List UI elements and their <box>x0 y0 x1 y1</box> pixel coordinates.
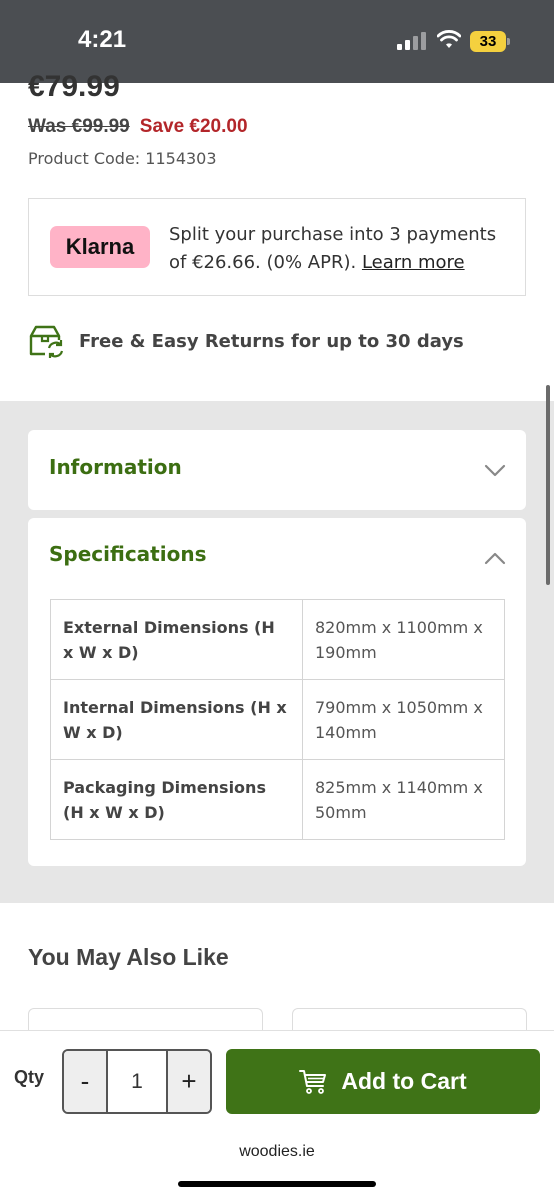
information-accordion[interactable]: Information <box>28 430 526 510</box>
product-code: Product Code: 1154303 <box>28 149 217 168</box>
quantity-stepper: - 1 + <box>62 1049 212 1114</box>
browser-address-bar[interactable]: woodies.ie <box>0 1128 554 1200</box>
spec-label: Internal Dimensions (H x W x D) <box>50 679 303 760</box>
url-text[interactable]: woodies.ie <box>0 1143 554 1161</box>
battery-indicator: 33 <box>470 31 506 52</box>
was-price: Was €99.99 <box>28 116 130 137</box>
table-row: Internal Dimensions (H x W x D) 790mm x … <box>50 679 505 760</box>
save-amount: Save €20.00 <box>139 116 248 137</box>
klarna-learn-more-link[interactable]: Learn more <box>362 252 465 273</box>
returns-text: Free & Easy Returns for up to 30 days <box>79 330 464 352</box>
spec-value: 790mm x 1050mm x 140mm <box>302 679 505 760</box>
box-return-icon <box>29 325 64 358</box>
spec-value: 825mm x 1140mm x 50mm <box>302 759 505 840</box>
home-indicator[interactable] <box>178 1181 376 1187</box>
klarna-logo: Klarna <box>50 226 150 268</box>
specifications-accordion: Specifications External Dimensions (H x … <box>28 518 526 866</box>
add-to-cart-label: Add to Cart <box>341 1068 467 1094</box>
table-row: External Dimensions (H x W x D) 820mm x … <box>50 599 505 680</box>
current-price: €79.99 <box>28 70 120 103</box>
specifications-table: External Dimensions (H x W x D) 820mm x … <box>50 599 505 840</box>
wifi-icon <box>437 30 461 48</box>
table-row: Packaging Dimensions (H x W x D) 825mm x… <box>50 759 505 840</box>
qty-input[interactable]: 1 <box>108 1051 166 1112</box>
klarna-banner: Klarna Split your purchase into 3 paymen… <box>28 198 526 296</box>
chevron-down-icon <box>484 464 506 477</box>
information-title: Information <box>49 455 182 479</box>
spec-label: Packaging Dimensions (H x W x D) <box>50 759 303 840</box>
spec-label: External Dimensions (H x W x D) <box>50 599 303 680</box>
qty-increase-button[interactable]: + <box>166 1051 210 1112</box>
cellular-signal-icon <box>397 32 427 50</box>
spec-value: 820mm x 1100mm x 190mm <box>302 599 505 680</box>
price-comparison: Was €99.99 Save €20.00 <box>28 116 248 138</box>
qty-label: Qty <box>14 1067 45 1087</box>
chevron-up-icon[interactable] <box>484 548 506 570</box>
battery-tip <box>507 38 510 45</box>
status-time: 4:21 <box>78 26 127 53</box>
specifications-title[interactable]: Specifications <box>49 542 206 566</box>
add-to-cart-button[interactable]: Add to Cart <box>226 1049 540 1114</box>
page-scrollbar[interactable] <box>546 385 550 585</box>
qty-decrease-button[interactable]: - <box>64 1051 108 1112</box>
returns-notice: Free & Easy Returns for up to 30 days <box>28 323 464 359</box>
add-to-cart-bar: Qty - 1 + Add to Cart <box>0 1030 554 1127</box>
shopping-cart-icon <box>299 1069 327 1094</box>
klarna-message: Split your purchase into 3 payments of €… <box>169 221 514 277</box>
also-like-heading: You May Also Like <box>28 944 229 970</box>
